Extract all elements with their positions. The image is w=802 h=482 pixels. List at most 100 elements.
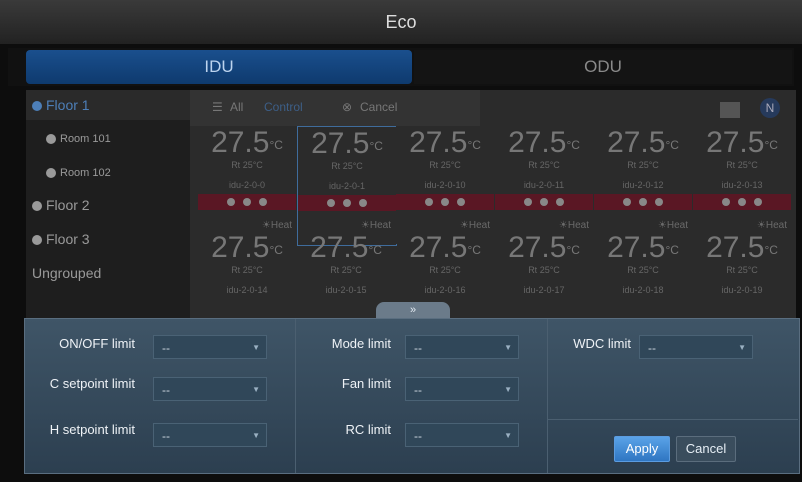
sidebar-item-floor-2[interactable]: Floor 2	[26, 190, 190, 220]
dropdown-value: --	[414, 383, 422, 397]
lock-icon	[556, 198, 564, 206]
collapse-panel-button[interactable]: »	[376, 302, 450, 318]
mode-label: Heat	[270, 220, 292, 231]
room-temp: Rt 25°C	[231, 160, 263, 170]
room-temp: Rt 25°C	[429, 265, 461, 275]
set-temp: 27.5	[211, 231, 270, 264]
chevron-down-icon: ▼	[252, 343, 260, 352]
chevron-down-icon: ▼	[504, 343, 512, 352]
sun-icon: ☀	[360, 220, 370, 231]
status-bar	[396, 194, 494, 210]
device-name: idu-2-0-14	[226, 285, 268, 295]
device-name: idu-2-0-1	[328, 181, 366, 191]
sidebar-item-floor-1[interactable]: Floor 1	[26, 90, 190, 120]
room-temp: Rt 25°C	[627, 160, 659, 170]
outdoor-unit-icon[interactable]	[720, 102, 740, 118]
device-name: idu-2-0-15	[325, 285, 367, 295]
device-name: idu-2-0-11	[523, 180, 565, 190]
sidebar-item-label: Floor 1	[46, 97, 90, 113]
select-all-button[interactable]: All	[230, 100, 243, 114]
room-temp: Rt 25°C	[429, 160, 461, 170]
temp-unit: °C	[665, 243, 679, 257]
dropdown-value: --	[162, 341, 170, 355]
device-card[interactable]: ☀Heat 27.5°C Rt 25°C idu-2-0-17	[495, 220, 593, 295]
room-temp: Rt 25°C	[330, 265, 362, 275]
room-temp: Rt 25°C	[231, 265, 263, 275]
alarm-icon	[524, 198, 532, 206]
temp-unit: °C	[269, 138, 283, 152]
expand-icon	[46, 134, 56, 145]
temp-unit: °C	[665, 138, 679, 152]
c-setpoint-limit-select[interactable]: -- ▼	[153, 377, 267, 401]
timer-icon	[639, 198, 647, 206]
chevron-down-icon: ▼	[504, 431, 512, 440]
sun-icon: ☀	[459, 220, 469, 231]
set-temp: 27.5	[706, 231, 765, 264]
device-card[interactable]: ☀Heat 27.5°C Rt 25°C idu-2-0-16	[396, 220, 494, 295]
chevron-down-icon: ▼	[252, 385, 260, 394]
lock-icon	[655, 198, 663, 206]
sidebar-item-room-102[interactable]: Room 102	[26, 158, 190, 188]
tab-bar: IDU ODU	[8, 48, 794, 86]
device-card[interactable]: ☀Heat 27.5°C Rt 25°C idu-2-0-15	[297, 220, 395, 295]
sidebar-item-room-101[interactable]: Room 101	[26, 124, 190, 154]
status-bar	[495, 194, 593, 210]
temp-unit: °C	[566, 138, 580, 152]
h-setpoint-limit-select[interactable]: -- ▼	[153, 423, 267, 447]
sidebar-item-floor-3[interactable]: Floor 3	[26, 224, 190, 254]
fan-limit-select[interactable]: -- ▼	[405, 377, 519, 401]
sun-icon: ☀	[558, 220, 568, 231]
wdc-limit-select[interactable]: -- ▼	[639, 335, 753, 359]
device-name: idu-2-0-10	[424, 180, 466, 190]
timer-icon	[540, 198, 548, 206]
n-badge[interactable]: N	[760, 98, 780, 118]
sidebar-item-label: Room 102	[60, 167, 111, 179]
apply-button[interactable]: Apply	[614, 436, 670, 462]
sidebar-item-ungrouped[interactable]: Ungrouped	[26, 258, 190, 288]
sidebar-item-label: Ungrouped	[32, 265, 102, 281]
room-temp: Rt 25°C	[726, 160, 758, 170]
mode-limit-select[interactable]: -- ▼	[405, 335, 519, 359]
set-temp: 27.5	[311, 127, 370, 160]
chevron-down-icon: ▼	[738, 343, 746, 352]
device-card[interactable]: ☀Heat 27.5°C Rt 25°C idu-2-0-19	[693, 220, 791, 295]
device-name: idu-2-0-0	[228, 180, 266, 190]
close-circle-icon: ⊗	[342, 100, 353, 114]
onoff-limit-label: ON/OFF limit	[59, 336, 135, 351]
collapse-icon	[32, 101, 42, 112]
tab-idu[interactable]: IDU	[26, 50, 412, 84]
cancel-selection-button[interactable]: Cancel	[360, 100, 397, 114]
set-temp: 27.5	[211, 126, 270, 159]
expand-icon	[32, 235, 42, 246]
lock-icon	[457, 198, 465, 206]
onoff-limit-select[interactable]: -- ▼	[153, 335, 267, 359]
sun-icon: ☀	[657, 220, 667, 231]
room-temp: Rt 25°C	[726, 265, 758, 275]
set-temp: 27.5	[508, 126, 567, 159]
room-temp: Rt 25°C	[528, 160, 560, 170]
divider	[548, 419, 798, 420]
cancel-button[interactable]: Cancel	[676, 436, 736, 462]
rc-limit-label: RC limit	[345, 422, 392, 437]
sidebar-item-label: Floor 2	[46, 197, 90, 213]
chevron-down-icon: ▼	[252, 431, 260, 440]
h-setpoint-limit-label: H setpoint limit	[49, 422, 135, 437]
set-temp: 27.5	[607, 126, 666, 159]
mode-label: Heat	[765, 220, 787, 231]
tab-odu[interactable]: ODU	[414, 50, 792, 84]
timer-icon	[243, 198, 251, 206]
rc-limit-select[interactable]: -- ▼	[405, 423, 519, 447]
temp-unit: °C	[764, 138, 778, 152]
mode-limit-label: Mode limit	[331, 336, 391, 351]
chevron-down-icon: »	[409, 304, 417, 316]
temp-unit: °C	[368, 243, 382, 257]
control-button[interactable]: Control	[264, 100, 303, 114]
device-name: idu-2-0-17	[523, 285, 565, 295]
dropdown-value: --	[648, 341, 656, 355]
status-bar	[594, 194, 692, 210]
lock-icon	[259, 198, 267, 206]
room-temp: Rt 25°C	[627, 265, 659, 275]
device-card[interactable]: ☀Heat 27.5°C Rt 25°C idu-2-0-14	[198, 220, 296, 295]
device-name: idu-2-0-18	[622, 285, 664, 295]
device-card[interactable]: ☀Heat 27.5°C Rt 25°C idu-2-0-18	[594, 220, 692, 295]
